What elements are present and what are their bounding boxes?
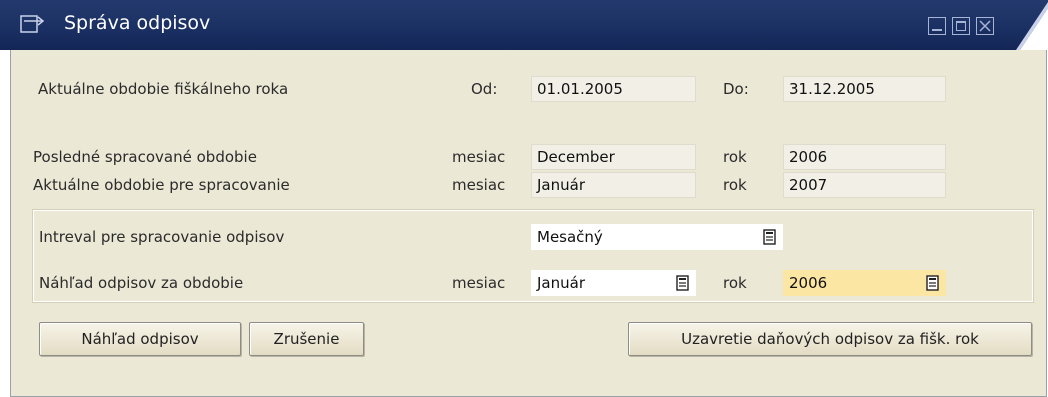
preview-year-dropdown[interactable]: 2006 [783, 270, 946, 296]
last-processed-month-label: mesiac [452, 148, 506, 166]
preview-month-label: mesiac [452, 274, 506, 292]
to-label: Do: [723, 80, 749, 98]
cancel-button[interactable]: Zrušenie [249, 322, 364, 356]
minimize-icon[interactable] [928, 17, 946, 35]
preview-period-label: Náhľad odpisov za obdobie [39, 274, 244, 292]
dropdown-icon[interactable] [763, 229, 776, 245]
from-label: Od: [471, 80, 498, 98]
last-processed-year-field: 2006 [783, 144, 946, 170]
preview-year-label: rok [723, 274, 747, 292]
current-period-month-field: Január [531, 172, 696, 198]
close-icon[interactable] [976, 17, 994, 35]
current-period-label: Aktuálne obdobie pre spracovanie [33, 176, 290, 194]
interval-dropdown[interactable]: Mesačný [531, 224, 783, 250]
preview-year-value: 2006 [789, 274, 828, 292]
maximize-icon[interactable] [952, 17, 970, 35]
last-processed-year-label: rok [723, 148, 747, 166]
preview-depreciation-button[interactable]: Náhľad odpisov [39, 322, 241, 356]
current-period-month-label: mesiac [452, 176, 506, 194]
last-processed-label: Posledné spracované obdobie [33, 148, 257, 166]
last-processed-month-field: December [531, 144, 696, 170]
fiscal-to-field: 31.12.2005 [783, 76, 946, 102]
current-period-year-field: 2007 [783, 172, 946, 198]
interval-label: Intreval pre spracovanie odpisov [39, 228, 285, 246]
title-bar[interactable]: Správa odpisov [0, 0, 1048, 50]
preview-month-value: Január [537, 274, 585, 292]
dialog-content: Aktuálne obdobie fiškálneho roka Od: 01.… [10, 50, 1047, 397]
dropdown-icon[interactable] [676, 275, 689, 291]
preview-month-dropdown[interactable]: Január [531, 270, 696, 296]
window: Správa odpisov Aktuálne obdobie fiškálne… [0, 0, 1048, 397]
dropdown-icon[interactable] [926, 275, 939, 291]
current-period-year-label: rok [723, 176, 747, 194]
sap-window-icon[interactable] [20, 15, 46, 35]
title-bar-corner [1016, 2, 1048, 50]
interval-value: Mesačný [537, 228, 603, 246]
fiscal-from-field: 01.01.2005 [531, 76, 696, 102]
window-title: Správa odpisov [64, 12, 211, 34]
fiscal-period-label: Aktuálne obdobie fiškálneho roka [38, 80, 289, 98]
close-fiscal-year-button[interactable]: Uzavretie daňových odpisov za fišk. rok [628, 322, 1032, 356]
